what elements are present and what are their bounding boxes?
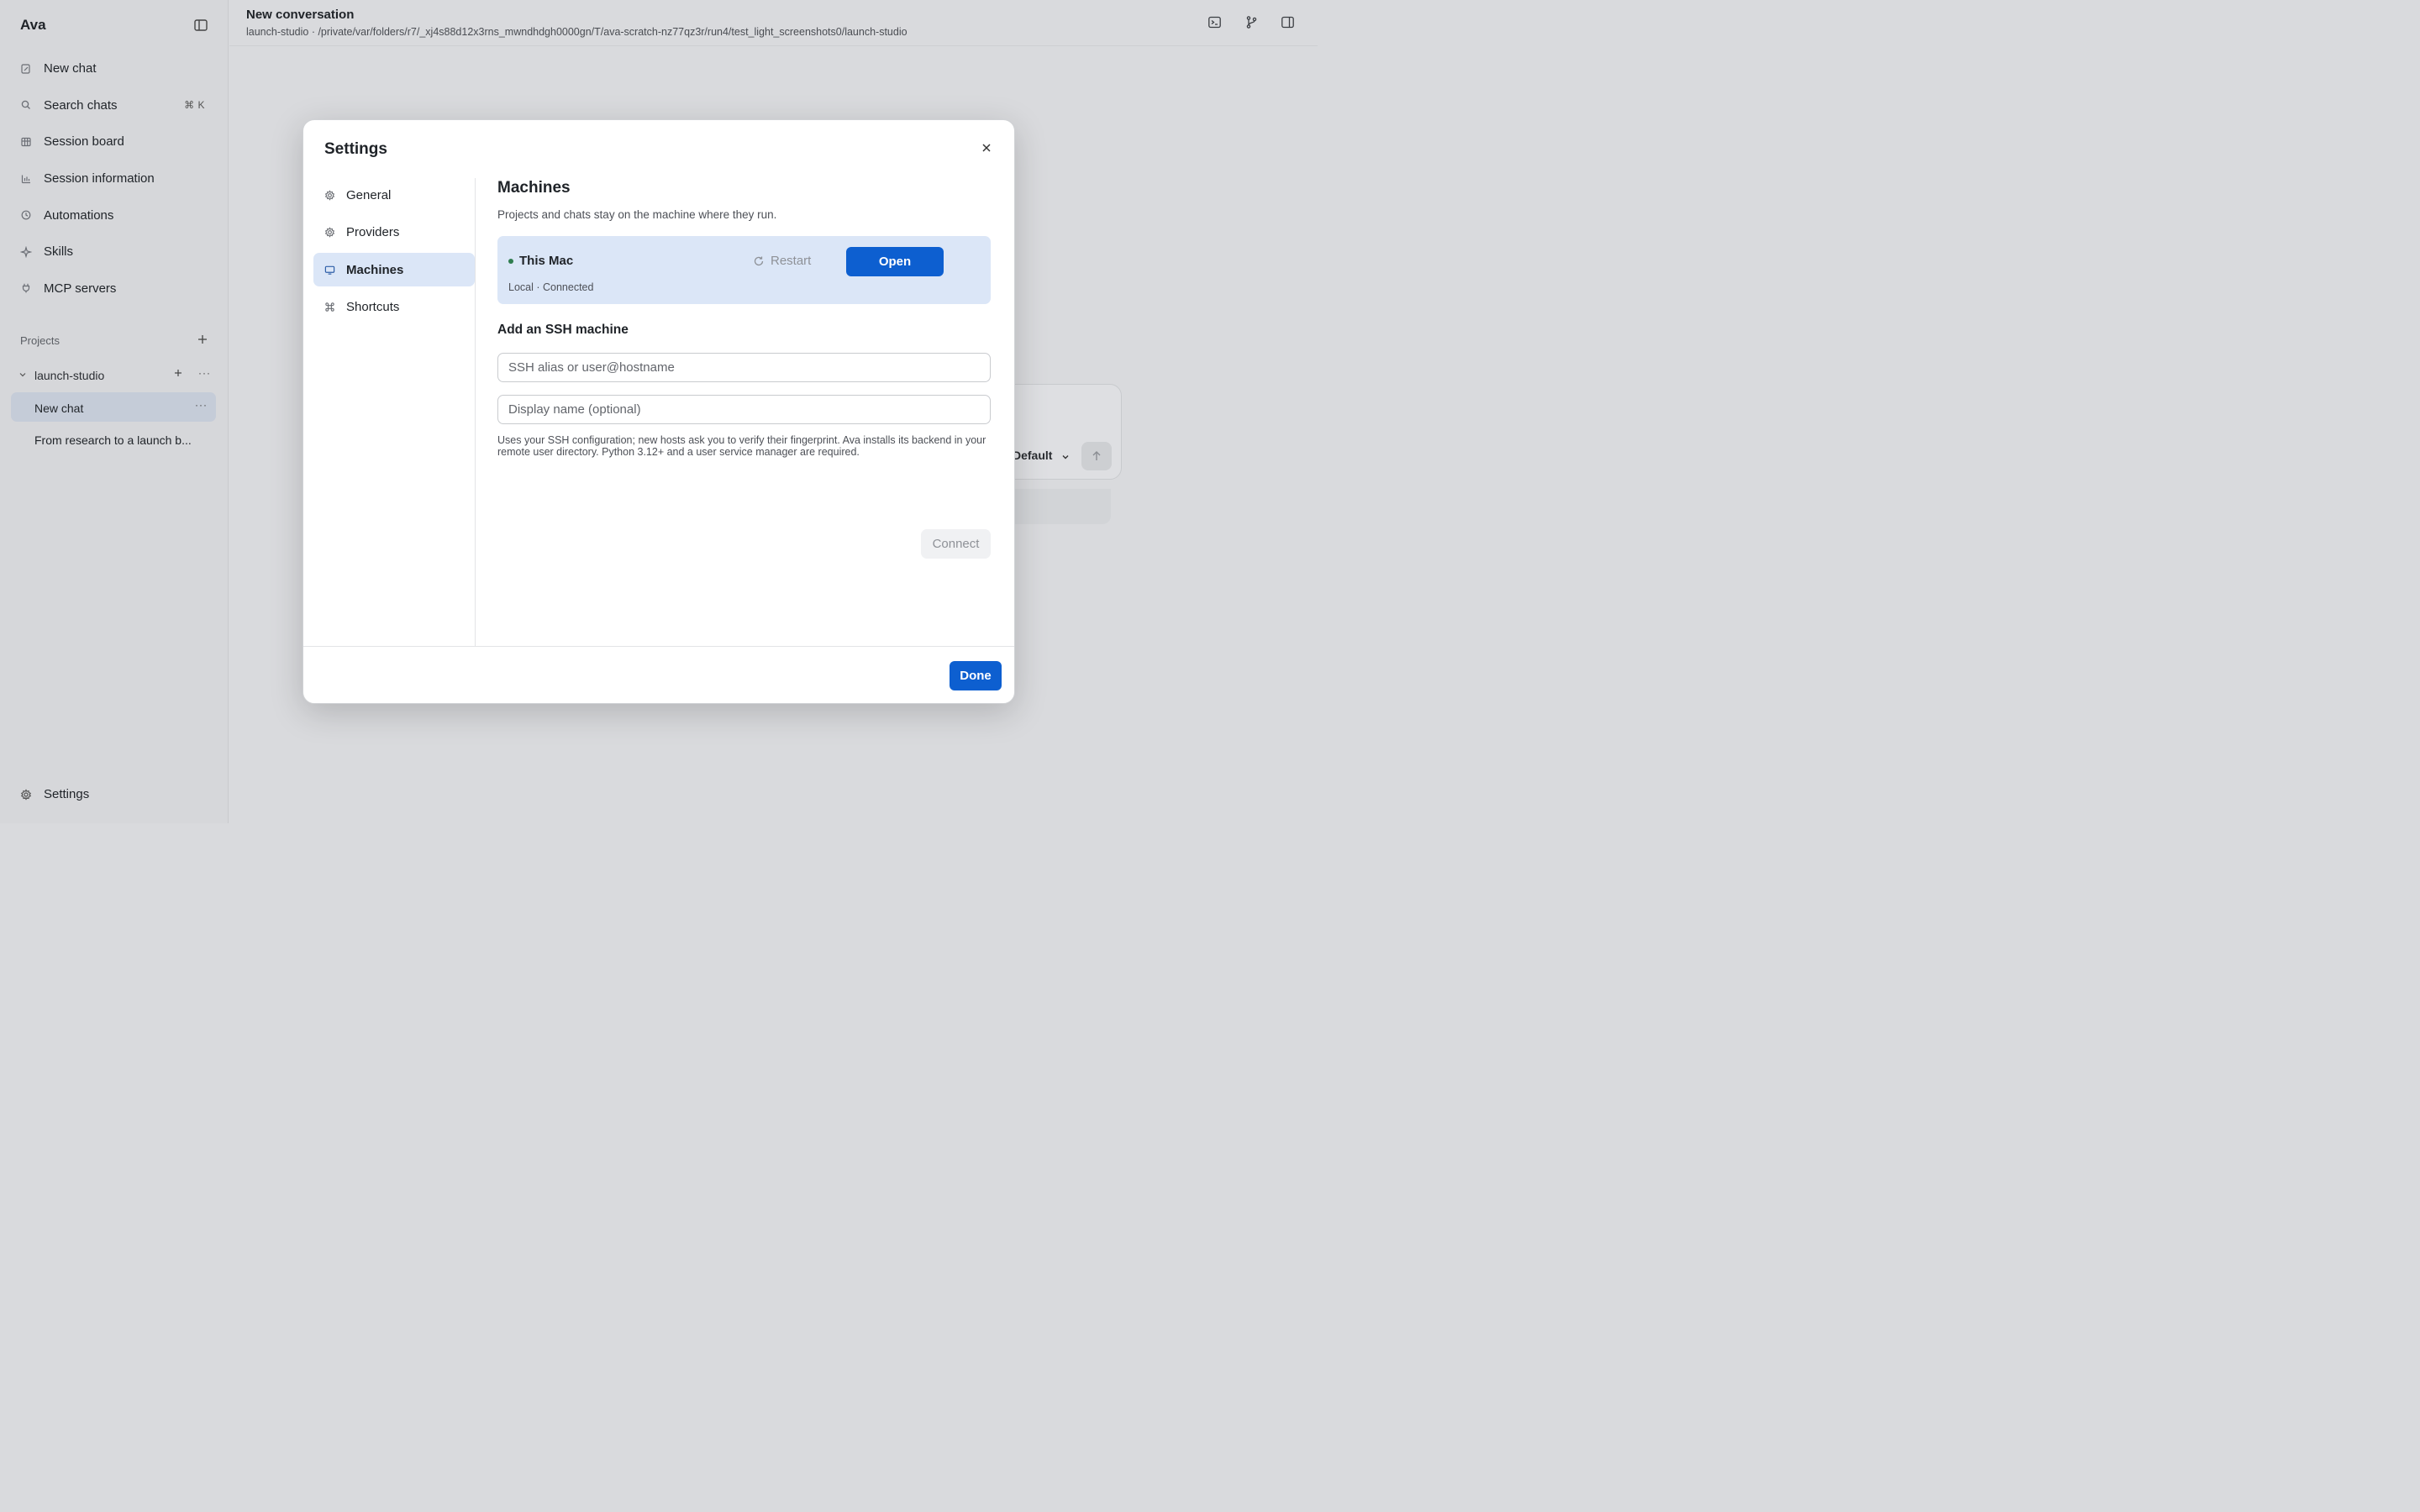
dialog-title: Settings [324, 140, 387, 158]
sidebar-item-label: MCP servers [44, 281, 117, 296]
ssh-alias-input[interactable] [497, 353, 991, 382]
sidebar-item-automations[interactable]: Automations [13, 197, 215, 234]
sidebar-item-label: Automations [44, 207, 114, 223]
pane-title: Machines [497, 179, 571, 197]
sidebar-item-label: Search chats [44, 97, 118, 113]
monitor-icon [324, 265, 335, 276]
sidebar-item-label: New chat [44, 61, 97, 76]
ssh-section-title: Add an SSH machine [497, 323, 629, 337]
sidebar-toggle-icon[interactable] [193, 18, 208, 33]
sidebar-item-label: Session information [44, 171, 155, 186]
settings-tab-providers[interactable]: Providers [313, 216, 475, 249]
command-icon [324, 302, 335, 312]
conversation-title: New conversation [246, 8, 355, 22]
open-button[interactable]: Open [846, 247, 944, 276]
git-branch-icon[interactable] [1244, 15, 1259, 29]
chat-title: New chat [34, 402, 84, 415]
sidebar: Ava New chat Search chats ⌘ K Session bo… [0, 0, 229, 823]
machine-status: Local · Connected [508, 281, 594, 293]
projects-header: Projects [20, 334, 60, 347]
close-icon[interactable] [981, 142, 992, 154]
chat-title: From research to a launch b... [34, 433, 192, 447]
workspace-path: launch-studio · /private/var/folders/r7/… [246, 26, 908, 38]
project-launch-studio[interactable]: launch-studio ··· [13, 365, 215, 386]
machine-card-this-mac: This Mac Local · Connected Restart Open [497, 236, 991, 304]
done-button[interactable]: Done [950, 661, 1002, 690]
panel-right-icon[interactable] [1281, 15, 1295, 29]
settings-label: Settings [44, 787, 90, 801]
edit-icon [20, 63, 32, 75]
project-name: launch-studio [34, 369, 105, 382]
shortcut-hint: ⌘ K [184, 99, 205, 112]
connect-button[interactable]: Connect [921, 529, 991, 559]
conversation-header: New conversation launch-studio · /privat… [229, 0, 1318, 46]
gear-icon [324, 227, 335, 238]
sidebar-item-label: Session board [44, 134, 124, 150]
restart-button[interactable]: Restart [753, 254, 811, 268]
sidebar-item-mcp-servers[interactable]: MCP servers [13, 270, 215, 307]
pane-description: Projects and chats stay on the machine w… [497, 208, 777, 221]
settings-tab-machines[interactable]: Machines [313, 253, 475, 286]
settings-tab-label: General [346, 187, 392, 202]
search-icon [20, 99, 32, 111]
machine-name: This Mac [519, 254, 574, 268]
sidebar-item-new-chat[interactable]: New chat [13, 50, 215, 87]
model-selector-label[interactable]: Default [1013, 449, 1052, 462]
project-more-button[interactable]: ··· [198, 367, 211, 379]
board-icon [20, 136, 32, 148]
settings-tab-shortcuts[interactable]: Shortcuts [313, 291, 475, 324]
connected-status-dot [508, 259, 513, 264]
sidebar-item-session-information[interactable]: Session information [13, 160, 215, 197]
terminal-icon[interactable] [1207, 15, 1222, 29]
chat-more-button[interactable]: ··· [195, 399, 208, 411]
restart-label: Restart [771, 254, 812, 268]
settings-dialog: Settings General Providers Machines Shor… [302, 119, 1015, 704]
nav-divider [475, 178, 476, 646]
sidebar-item-skills[interactable]: Skills [13, 234, 215, 270]
sidebar-item-settings[interactable]: Settings [20, 787, 89, 801]
footer-divider [303, 646, 1014, 647]
display-name-input[interactable] [497, 395, 991, 424]
app-title: Ava [20, 17, 46, 33]
add-project-button[interactable] [197, 333, 208, 345]
sidebar-item-label: Skills [44, 244, 74, 260]
settings-nav: General Providers Machines Shortcuts [313, 178, 475, 328]
send-button[interactable] [1081, 442, 1112, 470]
sidebar-item-search-chats[interactable]: Search chats ⌘ K [13, 87, 215, 124]
settings-tab-general[interactable]: General [313, 178, 475, 212]
ssh-hint-text: Uses your SSH configuration; new hosts a… [497, 434, 986, 458]
plug-icon [20, 282, 32, 294]
chat-item[interactable]: From research to a launch b... [11, 424, 216, 454]
new-chat-in-project-button[interactable] [173, 368, 183, 378]
refresh-icon [754, 256, 764, 265]
gear-icon [20, 788, 32, 801]
settings-tab-label: Machines [346, 262, 404, 277]
clock-icon [20, 209, 32, 221]
settings-tab-label: Providers [346, 225, 400, 239]
chat-item-active[interactable]: New chat ··· [11, 392, 216, 422]
settings-tab-label: Shortcuts [346, 300, 400, 314]
sidebar-item-session-board[interactable]: Session board [13, 123, 215, 160]
chevron-down-icon[interactable] [1061, 453, 1070, 461]
bar-chart-icon [20, 173, 32, 185]
chevron-down-icon[interactable] [18, 370, 27, 379]
gear-icon [324, 189, 335, 201]
sparkle-icon [20, 245, 32, 258]
sidebar-nav: New chat Search chats ⌘ K Session board … [13, 50, 215, 307]
